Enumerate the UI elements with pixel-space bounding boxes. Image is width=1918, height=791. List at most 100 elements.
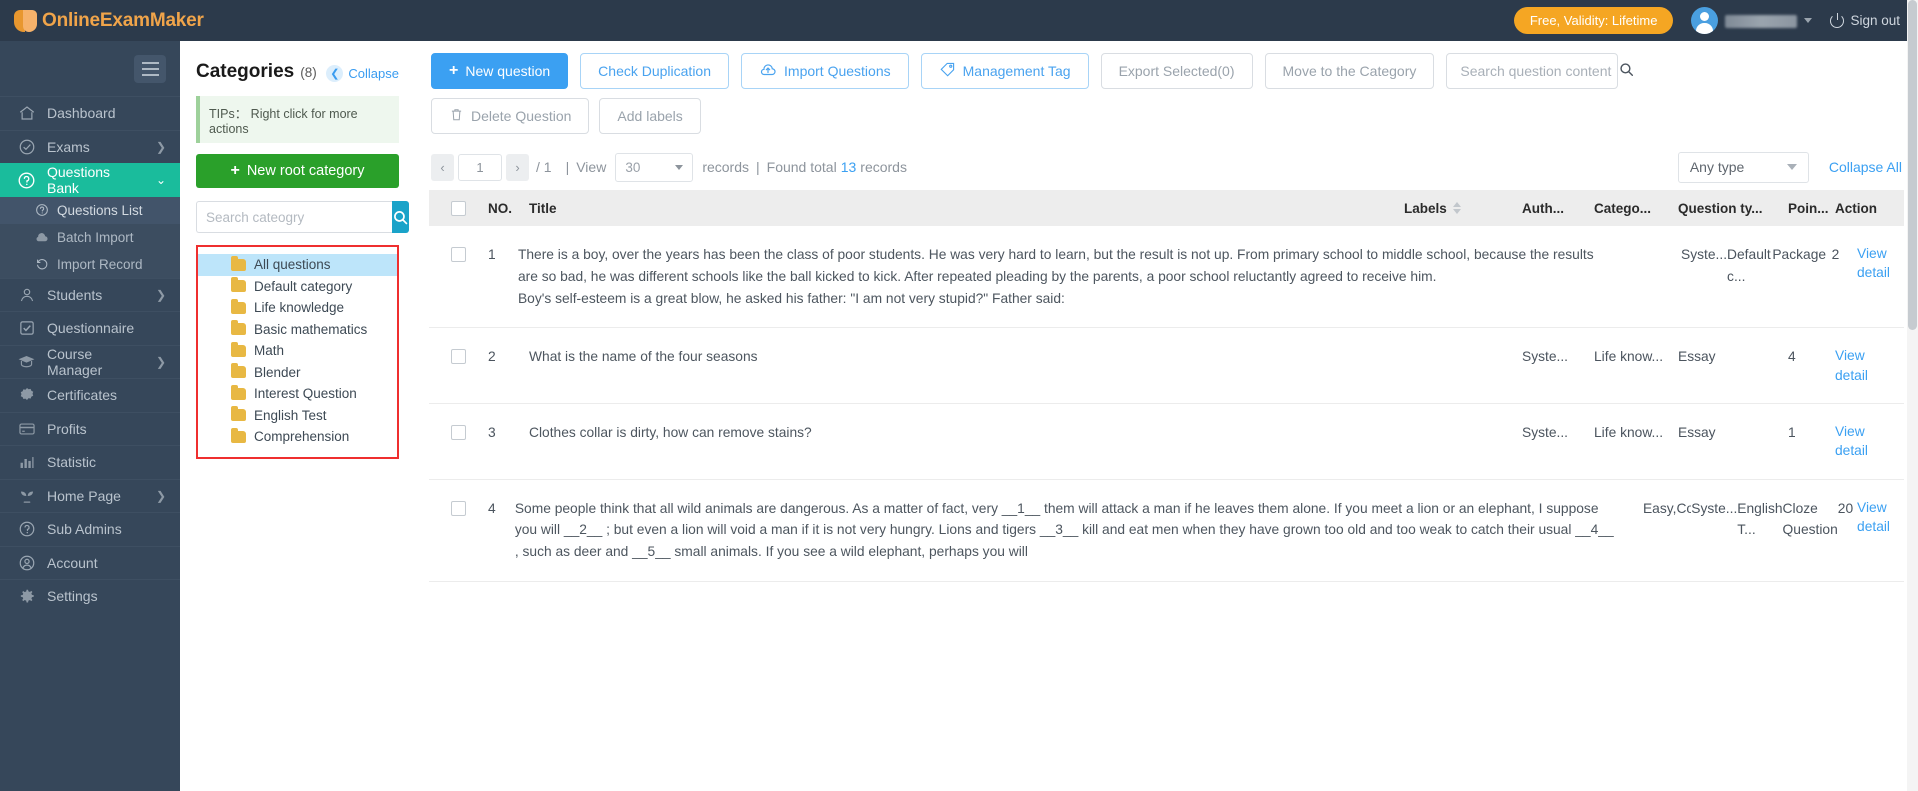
- new-question-button[interactable]: + New question: [431, 53, 569, 89]
- records-label: records: [702, 159, 749, 175]
- management-tag-button[interactable]: Management Tag: [920, 53, 1089, 89]
- category-item-basic-mathematics[interactable]: Basic mathematics: [198, 319, 397, 341]
- sign-out-label: Sign out: [1850, 13, 1900, 28]
- sidebar-item-questions-bank[interactable]: Questions Bank ⌄: [0, 163, 191, 197]
- table-row[interactable]: 4 Some people think that all wild animal…: [429, 480, 1904, 583]
- question-type-filter[interactable]: Any type: [1677, 151, 1809, 183]
- sidebar-item-exams[interactable]: Exams ❯: [0, 129, 180, 164]
- page-scrollbar[interactable]: [1907, 0, 1918, 791]
- user-name-masked: [1725, 15, 1798, 29]
- select-all-checkbox[interactable]: [451, 200, 466, 216]
- sidebar-item-import-record[interactable]: Import Record: [0, 251, 180, 278]
- user-menu[interactable]: [1691, 7, 1813, 34]
- question-search-placeholder: Search question content: [1460, 63, 1612, 79]
- category-label: Blender: [254, 364, 301, 380]
- table-row[interactable]: 2 What is the name of the four seasons S…: [429, 328, 1904, 405]
- row-checkbox[interactable]: [451, 349, 466, 365]
- sidebar-item-label: Certificates: [47, 387, 118, 404]
- found-total-count: 13: [840, 159, 857, 175]
- sidebar-item-label: Dashboard: [47, 105, 116, 122]
- chevron-down-icon: ⌄: [155, 173, 166, 188]
- export-selected-button[interactable]: Export Selected(0): [1100, 53, 1253, 89]
- found-total-suffix: records: [860, 159, 907, 175]
- gear-icon: [17, 587, 36, 606]
- collapse-panel-button[interactable]: ❮ Collapse: [326, 65, 399, 82]
- row-points: 20: [1837, 500, 1854, 516]
- page-size-select[interactable]: 30: [615, 152, 694, 182]
- header-no: NO.: [488, 200, 513, 216]
- next-page-button[interactable]: ›: [506, 153, 529, 181]
- sidebar-item-questions-list[interactable]: Questions List: [0, 196, 180, 224]
- category-item-blender[interactable]: Blender: [198, 362, 397, 384]
- sidebar-item-home-page[interactable]: Home Page ❯: [0, 478, 180, 513]
- logo-icon: [14, 8, 38, 34]
- new-root-category-label: New root category: [246, 163, 365, 179]
- move-to-category-button[interactable]: Move to the Category: [1264, 53, 1435, 89]
- sidebar-item-course-manager[interactable]: Course Manager ❯: [0, 344, 180, 379]
- table-row[interactable]: 3 Clothes collar is dirty, how can remov…: [429, 404, 1904, 480]
- category-item-all-questions[interactable]: All questions: [198, 254, 397, 276]
- category-label: English Test: [254, 407, 327, 423]
- prev-page-button[interactable]: ‹: [431, 153, 454, 181]
- total-pages: / 1: [536, 159, 552, 175]
- check-duplication-button[interactable]: Check Duplication: [580, 53, 730, 89]
- category-item-comprehension[interactable]: Comprehension: [198, 426, 397, 448]
- sidebar-item-label: Sub Admins: [47, 521, 122, 538]
- sidebar-item-students[interactable]: Students ❯: [0, 277, 180, 312]
- row-no: 4: [488, 500, 496, 516]
- sort-icon[interactable]: [1452, 202, 1461, 214]
- brand-logo[interactable]: OnlineExamMaker: [0, 8, 220, 34]
- sidebar-item-account[interactable]: Account: [0, 545, 180, 580]
- category-item-english-test[interactable]: English Test: [198, 405, 397, 427]
- page-size-value: 30: [625, 159, 641, 175]
- sign-out-button[interactable]: Sign out: [1830, 12, 1900, 28]
- row-question-type: Essay: [1678, 425, 1716, 441]
- sidebar-item-profits[interactable]: Profits: [0, 411, 180, 446]
- sidebar-item-batch-import[interactable]: Batch Import: [0, 224, 180, 251]
- row-checkbox[interactable]: [451, 247, 466, 262]
- tag-icon: [939, 61, 956, 81]
- table-row[interactable]: 1 There is a boy, over the years has bee…: [429, 226, 1904, 329]
- view-detail-link[interactable]: View detail: [1835, 346, 1890, 385]
- view-detail-link[interactable]: View detail: [1857, 244, 1890, 283]
- sidebar-toggle-wrap: [0, 41, 180, 96]
- hamburger-icon[interactable]: [134, 54, 166, 83]
- delete-question-button[interactable]: Delete Question: [431, 98, 590, 134]
- row-points: 1: [1788, 425, 1796, 441]
- import-questions-button[interactable]: Import Questions: [741, 53, 909, 89]
- category-item-default-category[interactable]: Default category: [198, 276, 397, 298]
- category-label: Math: [254, 343, 285, 359]
- category-item-math[interactable]: Math: [198, 340, 397, 362]
- search-icon[interactable]: [1618, 61, 1635, 81]
- sidebar-item-settings[interactable]: Settings: [0, 579, 180, 613]
- scrollbar-thumb[interactable]: [1908, 0, 1917, 330]
- chevron-left-icon: ❮: [326, 65, 344, 82]
- sidebar-item-statistic[interactable]: Statistic: [0, 445, 180, 479]
- category-item-life-knowledge[interactable]: Life knowledge: [198, 297, 397, 319]
- sidebar-item-questionnaire[interactable]: Questionnaire: [0, 311, 180, 345]
- question-search-box[interactable]: Search question content: [1446, 53, 1634, 89]
- sidebar-item-dashboard[interactable]: Dashboard: [0, 96, 180, 130]
- meta-divider: |: [756, 159, 760, 175]
- category-item-interest-question[interactable]: Interest Question: [198, 383, 397, 405]
- new-root-category-button[interactable]: + New root category: [196, 154, 399, 188]
- view-detail-link[interactable]: View detail: [1857, 498, 1890, 537]
- sidebar-item-certificates[interactable]: Certificates: [0, 378, 180, 412]
- header-labels[interactable]: Labels: [1404, 201, 1522, 216]
- chevron-right-icon: ❯: [155, 354, 166, 369]
- category-search-button[interactable]: [392, 201, 409, 233]
- validity-badge[interactable]: Free, Validity: Lifetime: [1513, 7, 1674, 34]
- categories-count: (8): [300, 65, 317, 80]
- page-number-input[interactable]: 1: [458, 153, 502, 181]
- collapse-all-button[interactable]: Collapse All: [1829, 159, 1902, 175]
- category-search-input[interactable]: [196, 201, 392, 233]
- sidebar-item-sub-admins[interactable]: Sub Admins: [0, 512, 180, 546]
- sidebar-subitem-label: Import Record: [57, 256, 143, 272]
- row-checkbox[interactable]: [451, 500, 466, 516]
- import-questions-label: Import Questions: [784, 63, 891, 79]
- view-detail-link[interactable]: View detail: [1835, 422, 1890, 461]
- folder-icon: [231, 320, 246, 336]
- add-labels-button[interactable]: Add labels: [599, 98, 701, 134]
- row-title: Some people think that all wild animals …: [514, 500, 1614, 560]
- row-checkbox[interactable]: [451, 425, 466, 441]
